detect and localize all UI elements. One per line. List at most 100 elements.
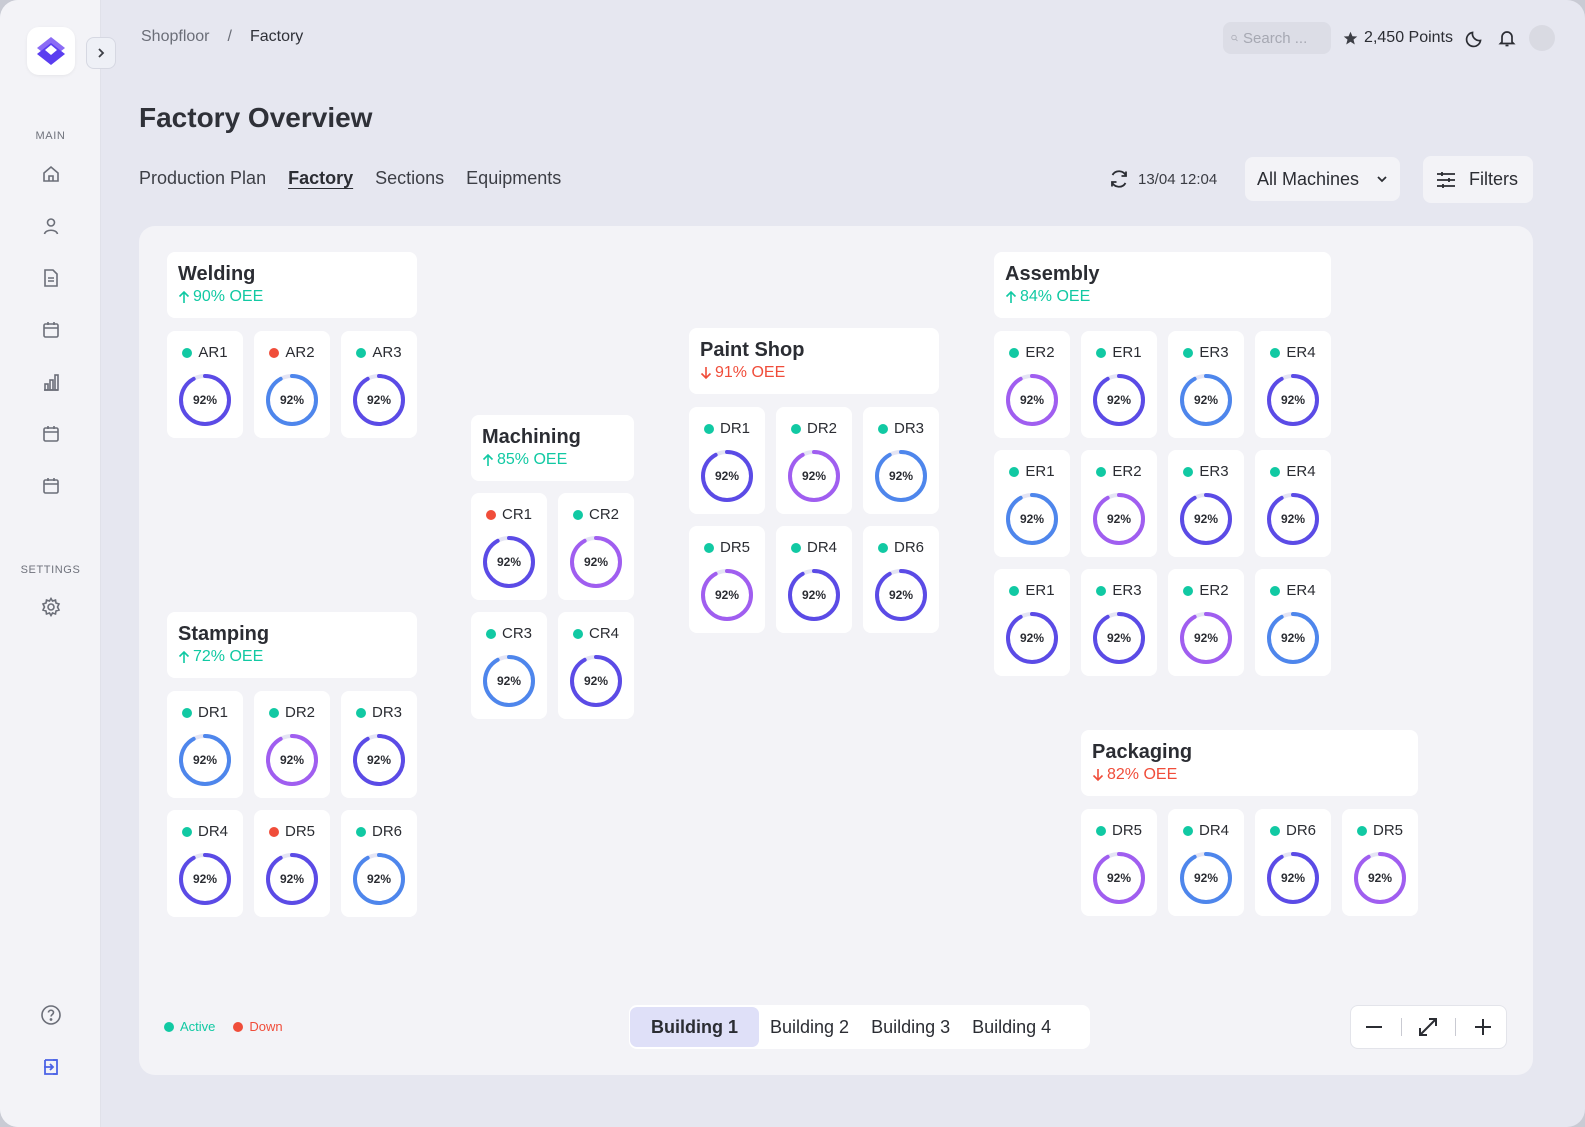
machine-card[interactable]: DR5 92% (254, 810, 330, 917)
expand-icon (1419, 1018, 1438, 1036)
section-header[interactable]: Welding 90% OEE (167, 252, 417, 318)
tab-factory[interactable]: Factory (288, 168, 353, 189)
machine-id: ER1 (1112, 344, 1142, 361)
filters-button[interactable]: Filters (1423, 156, 1533, 203)
breadcrumb-parent[interactable]: Shopfloor (141, 28, 210, 46)
section-title: Welding (178, 263, 256, 285)
arrow-down-icon (1092, 769, 1104, 782)
status-dot (1009, 347, 1020, 358)
building-tab-4[interactable]: Building 4 (961, 1007, 1062, 1047)
calendar-icon[interactable] (38, 317, 64, 343)
machine-card[interactable]: AR1 92% (167, 331, 243, 438)
machine-card[interactable]: AR2 92% (254, 331, 330, 438)
machine-card[interactable]: DR2 92% (254, 691, 330, 798)
machine-id: CR2 (588, 506, 619, 523)
machine-card[interactable]: CR4 92% (558, 612, 634, 719)
status-dot (1182, 825, 1193, 836)
status-dot (1009, 466, 1020, 477)
machine-card[interactable]: ER2 92% (1081, 450, 1157, 557)
section-header[interactable]: Assembly 84% OEE (994, 252, 1331, 318)
search-box[interactable] (1223, 22, 1332, 54)
fit-screen-button[interactable] (1408, 1007, 1448, 1047)
building-tab-2[interactable]: Building 2 (759, 1007, 860, 1047)
points-label: 2,450 Points (1364, 29, 1453, 46)
sidebar-collapse-button[interactable] (86, 37, 116, 69)
machine-id: ER2 (1112, 463, 1142, 480)
logout-icon[interactable] (38, 1054, 64, 1080)
section-header[interactable]: Machining 85% OEE (471, 415, 634, 481)
home-icon[interactable] (38, 161, 64, 187)
machine-card[interactable]: DR2 92% (776, 407, 852, 514)
search-input[interactable] (1243, 29, 1324, 47)
tab-sections[interactable]: Sections (375, 168, 444, 189)
machine-card[interactable]: DR4 92% (1168, 809, 1244, 916)
machine-card[interactable]: ER3 92% (1168, 331, 1244, 438)
machine-card[interactable]: DR6 92% (1255, 809, 1331, 916)
tab-equipments[interactable]: Equipments (466, 168, 561, 189)
machine-card[interactable]: ER2 92% (994, 331, 1070, 438)
machine-card[interactable]: DR6 92% (341, 810, 417, 917)
machine-label: DR3 (341, 704, 417, 721)
machine-card[interactable]: DR3 92% (341, 691, 417, 798)
machine-card[interactable]: ER4 92% (1255, 450, 1331, 557)
machine-card[interactable]: ER1 92% (1081, 331, 1157, 438)
dark-mode-icon[interactable] (1465, 28, 1485, 48)
machine-card[interactable]: CR1 92% (471, 493, 547, 600)
filters-label: Filters (1469, 169, 1518, 189)
machine-card[interactable]: ER2 92% (1168, 569, 1244, 676)
machine-label: AR2 (254, 344, 330, 361)
help-icon[interactable] (38, 1002, 64, 1028)
document-icon[interactable] (38, 265, 64, 291)
machine-filter-select[interactable]: All Machines (1245, 157, 1400, 201)
calendar-icon[interactable] (38, 473, 64, 499)
machine-card[interactable]: DR3 92% (863, 407, 939, 514)
zoom-in-button[interactable] (1463, 1007, 1503, 1047)
avatar[interactable] (1529, 25, 1555, 51)
building-tab-3[interactable]: Building 3 (860, 1007, 961, 1047)
calendar-icon[interactable] (38, 421, 64, 447)
oee-gauge-value: 92% (192, 872, 218, 886)
machine-card[interactable]: ER1 92% (994, 450, 1070, 557)
machine-card[interactable]: DR5 92% (689, 526, 765, 633)
machine-card[interactable]: CR3 92% (471, 612, 547, 719)
machine-label: DR6 (1255, 822, 1331, 839)
machine-card[interactable]: CR2 92% (558, 493, 634, 600)
bell-icon[interactable] (1497, 28, 1517, 48)
section-header[interactable]: Packaging 82% OEE (1081, 730, 1418, 796)
plus-icon (1474, 1019, 1491, 1035)
machine-card[interactable]: DR4 92% (776, 526, 852, 633)
machine-card[interactable]: DR5 92% (1081, 809, 1157, 916)
oee-gauge-value: 92% (1106, 393, 1132, 407)
machine-card[interactable]: DR1 92% (167, 691, 243, 798)
user-icon[interactable] (38, 213, 64, 239)
machine-label: CR1 (471, 506, 547, 523)
active-status-dot (164, 1021, 174, 1032)
section-oee-value: 82% OEE (1107, 766, 1178, 783)
machine-card[interactable]: DR1 92% (689, 407, 765, 514)
points-display: 2,450 Points (1343, 29, 1453, 47)
app-logo[interactable] (27, 27, 75, 75)
section-header[interactable]: Paint Shop 91% OEE (689, 328, 939, 394)
section-oee: 72% OEE (178, 648, 406, 666)
gear-icon[interactable] (38, 594, 64, 620)
status-dot (1009, 585, 1020, 596)
machine-card[interactable]: ER3 92% (1168, 450, 1244, 557)
machine-card[interactable]: DR5 92% (1342, 809, 1418, 916)
machine-label: CR3 (471, 625, 547, 642)
bar-chart-icon[interactable] (38, 369, 64, 395)
factory-floor-canvas[interactable]: Welding 90% OEE AR1 92% AR2 92% AR3 92% Stamping… (139, 226, 1533, 1075)
machine-card[interactable]: ER4 92% (1255, 569, 1331, 676)
section-header[interactable]: Stamping 72% OEE (167, 612, 417, 678)
machine-card[interactable]: ER4 92% (1255, 331, 1331, 438)
machine-card[interactable]: ER1 92% (994, 569, 1070, 676)
zoom-out-button[interactable] (1354, 1007, 1394, 1047)
building-tab-1[interactable]: Building 1 (630, 1007, 759, 1047)
tab-production-plan[interactable]: Production Plan (139, 168, 266, 189)
machine-card[interactable]: ER3 92% (1081, 569, 1157, 676)
machine-card[interactable]: DR4 92% (167, 810, 243, 917)
machine-card[interactable]: AR3 92% (341, 331, 417, 438)
status-dot (1183, 466, 1194, 477)
machine-id: DR1 (197, 704, 228, 721)
sync-status[interactable]: 13/04 12:04 (1108, 168, 1217, 190)
machine-card[interactable]: DR6 92% (863, 526, 939, 633)
